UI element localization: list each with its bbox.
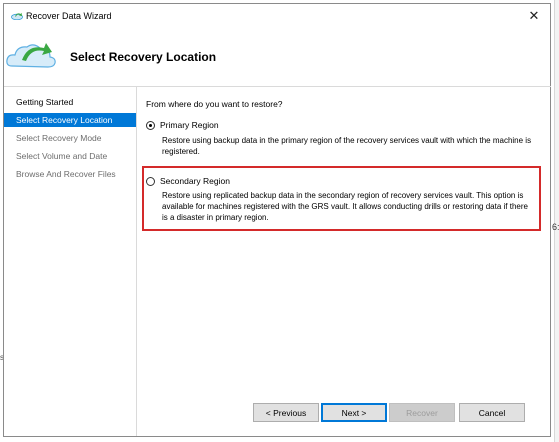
wizard-header: Select Recovery Location — [4, 28, 550, 86]
recover-button: Recover — [389, 403, 455, 422]
next-button[interactable]: Next > — [321, 403, 387, 422]
cancel-button[interactable]: Cancel — [459, 403, 525, 422]
close-button[interactable]: ✕ — [526, 8, 542, 24]
primary-region-description: Restore using backup data in the primary… — [162, 136, 532, 156]
wizard-window: Recover Data Wizard ✕ Select Recovery Lo… — [3, 3, 551, 437]
secondary-region-option[interactable]: Secondary Region — [146, 174, 230, 188]
primary-region-option[interactable]: Primary Region — [146, 118, 219, 132]
title-bar: Recover Data Wizard ✕ — [4, 4, 550, 28]
step-select-recovery-location[interactable]: Select Recovery Location — [4, 113, 136, 127]
background-text-fragment: 6: — [552, 222, 559, 232]
previous-button[interactable]: < Previous — [253, 403, 319, 422]
background-app-edge — [554, 0, 559, 442]
primary-region-label[interactable]: Primary Region — [160, 120, 219, 130]
step-select-recovery-mode: Select Recovery Mode — [16, 133, 102, 143]
wizard-content: From where do you want to restore? Prima… — [137, 86, 551, 436]
primary-region-radio[interactable] — [146, 120, 155, 130]
page-title: Select Recovery Location — [70, 50, 217, 64]
wizard-steps-nav: Getting Started Select Recovery Location… — [4, 86, 137, 436]
step-browse-and-recover-files: Browse And Recover Files — [16, 169, 116, 179]
step-getting-started[interactable]: Getting Started — [4, 95, 136, 109]
app-cloud-icon — [11, 11, 23, 22]
window-title: Recover Data Wizard — [26, 11, 112, 21]
secondary-region-description: Restore using replicated backup data in … — [162, 191, 528, 222]
step-select-volume-and-date: Select Volume and Date — [16, 151, 108, 161]
secondary-region-label[interactable]: Secondary Region — [160, 176, 230, 186]
restore-question: From where do you want to restore? — [146, 99, 283, 109]
secondary-region-radio[interactable] — [146, 176, 155, 186]
cloud-restore-icon — [6, 36, 60, 74]
